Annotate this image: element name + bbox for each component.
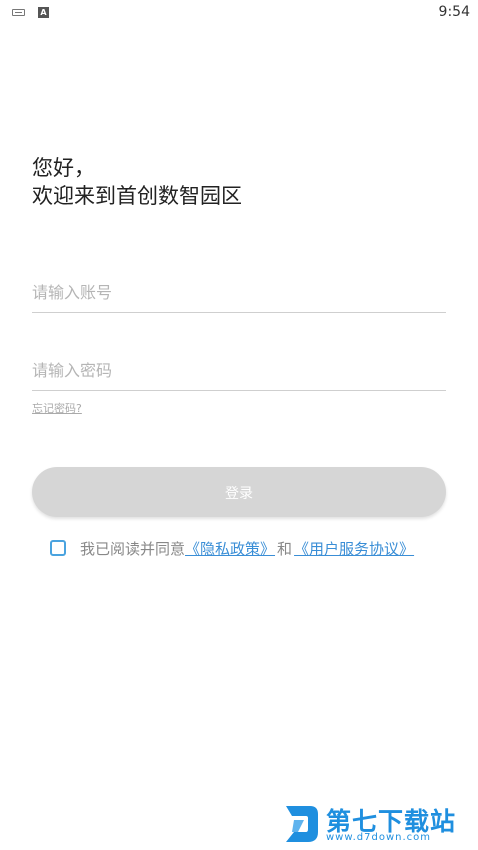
privacy-policy-link[interactable]: 《隐私政策》 bbox=[185, 538, 275, 559]
app-notification-icon: A bbox=[38, 7, 49, 18]
watermark-logo-icon bbox=[286, 806, 318, 842]
greeting-line-1: 您好， bbox=[32, 156, 95, 180]
user-agreement-link[interactable]: 《用户服务协议》 bbox=[294, 538, 414, 559]
greeting-line-2: 欢迎来到首创数智园区 bbox=[32, 184, 242, 208]
watermark: 第七下载站 www.d7down.com bbox=[284, 800, 474, 846]
watermark-url: www.d7down.com bbox=[326, 832, 432, 843]
greeting: 您好， 欢迎来到首创数智园区 bbox=[32, 154, 242, 210]
status-time: 9:54 bbox=[438, 4, 470, 20]
status-bar: A 9:54 bbox=[0, 0, 478, 26]
agreement-prefix: 我已阅读并同意 bbox=[80, 539, 186, 558]
keyboard-icon bbox=[12, 9, 25, 16]
account-field bbox=[32, 272, 446, 313]
forgot-password-link[interactable]: 忘记密码? bbox=[32, 400, 82, 416]
login-button[interactable]: 登录 bbox=[32, 467, 446, 517]
agreement-checkbox[interactable] bbox=[50, 540, 66, 556]
password-input[interactable] bbox=[32, 350, 446, 390]
account-input[interactable] bbox=[32, 272, 446, 312]
password-field bbox=[32, 350, 446, 391]
agreement-and: 和 bbox=[277, 539, 293, 558]
agreement-row: 我已阅读并同意 《隐私政策》 和 《用户服务协议》 bbox=[50, 538, 414, 558]
